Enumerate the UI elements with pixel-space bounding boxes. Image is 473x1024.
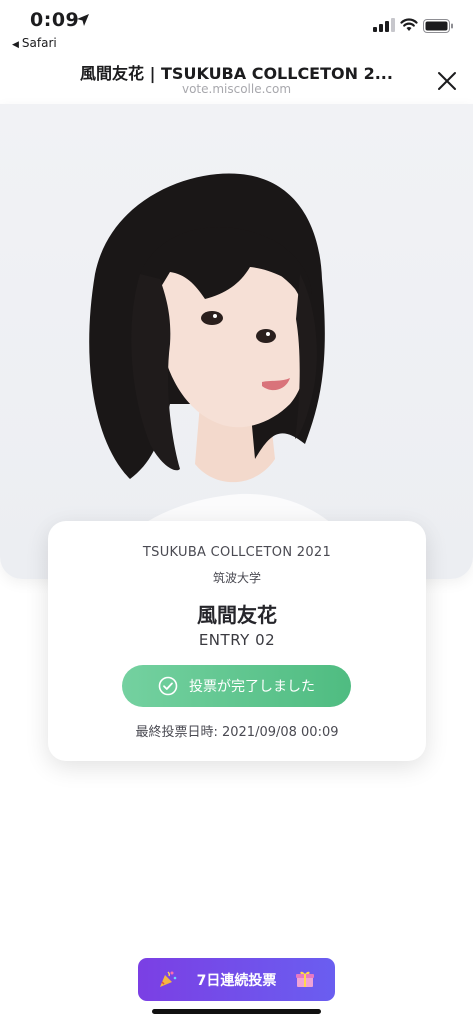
vote-complete-button[interactable]: 投票が完了しました: [122, 665, 351, 707]
status-time: 0:09: [30, 9, 80, 31]
close-icon[interactable]: [432, 66, 462, 96]
party-popper-icon: [160, 971, 177, 987]
check-circle-icon: [158, 676, 178, 696]
candidate-portrait: [89, 173, 370, 579]
signal-icon: [373, 18, 395, 32]
page-title-text: 風間友花 | TSUKUBA COLLCETON 2...: [80, 64, 393, 83]
home-indicator: [152, 1009, 321, 1014]
location-arrow-icon: [77, 14, 89, 26]
last-vote-time: 最終投票日時: 2021/09/08 00:09: [135, 725, 339, 740]
university-name: 筑波大学: [212, 571, 261, 585]
hero-photo-area: [0, 104, 473, 579]
back-app-label: Safari: [21, 36, 57, 50]
vote-status-label: 投票が完了しました: [189, 679, 315, 695]
event-name: TSUKUBA COLLCETON 2021: [142, 545, 332, 560]
wifi-icon: [400, 18, 418, 31]
gift-icon: [296, 971, 314, 987]
streak-label: 7日連続投票: [196, 972, 277, 989]
back-to-app-link[interactable]: ◀ Safari: [12, 36, 57, 50]
entry-number: ENTRY 02: [198, 631, 276, 649]
streak-vote-button[interactable]: 7日連続投票: [138, 958, 335, 1001]
back-triangle-icon: ◀: [12, 40, 19, 50]
page-url: vote.miscolle.com: [181, 82, 292, 96]
candidate-name: 風間友花: [197, 603, 277, 627]
candidate-card: TSUKUBA COLLCETON 2021 筑波大学 風間友花 ENTRY 0…: [48, 521, 426, 761]
battery-icon: [423, 19, 453, 33]
status-bar: 0:09 ◀ Safari: [0, 0, 473, 56]
